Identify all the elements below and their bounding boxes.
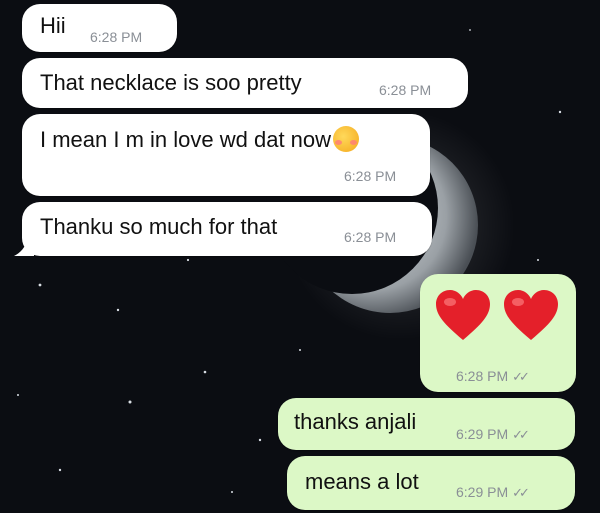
message-time: 6:28 PM xyxy=(379,82,432,98)
message-text-content: I mean I m in love wd dat now xyxy=(40,127,332,152)
smiling-face-with-hearts-icon xyxy=(333,126,360,152)
message-time: 6:28 PM xyxy=(90,29,143,45)
double-check-icon: ✓✓ xyxy=(512,427,530,442)
message-text: Thanku so much for that xyxy=(40,214,278,239)
message-text: I mean I m in love wd dat now xyxy=(40,126,360,153)
message-time-text: 6:29 PM xyxy=(456,426,509,442)
double-check-icon: ✓✓ xyxy=(512,485,530,500)
message-text: Hii xyxy=(40,13,66,38)
incoming-message[interactable]: Thanku so much for that 6:28 PM xyxy=(22,202,432,256)
outgoing-message[interactable]: thanks anjali 6:29 PM ✓✓ xyxy=(278,398,575,450)
incoming-message[interactable]: That necklace is soo pretty 6:28 PM xyxy=(22,58,468,108)
incoming-message[interactable]: Hii 6:28 PM xyxy=(22,4,177,52)
message-time-text: 6:29 PM xyxy=(456,484,509,500)
incoming-message[interactable]: I mean I m in love wd dat now 6:28 PM xyxy=(22,114,430,196)
message-text: thanks anjali xyxy=(294,409,417,434)
double-check-icon: ✓✓ xyxy=(512,369,530,384)
message-text: That necklace is soo pretty xyxy=(40,70,302,95)
message-time: 6:28 PM xyxy=(344,168,397,184)
message-text: means a lot xyxy=(305,469,419,494)
red-heart-icon xyxy=(504,290,558,340)
message-time: 6:28 PM ✓✓ xyxy=(456,368,530,385)
red-heart-icon xyxy=(436,290,490,340)
message-time-text: 6:28 PM xyxy=(456,368,509,384)
bubble-tail xyxy=(14,236,34,256)
outgoing-message[interactable]: means a lot 6:29 PM ✓✓ xyxy=(287,456,575,510)
message-time: 6:29 PM ✓✓ xyxy=(456,484,530,501)
message-time: 6:28 PM xyxy=(344,229,397,245)
outgoing-message[interactable]: 6:28 PM ✓✓ xyxy=(420,274,576,392)
message-time: 6:29 PM ✓✓ xyxy=(456,426,530,443)
